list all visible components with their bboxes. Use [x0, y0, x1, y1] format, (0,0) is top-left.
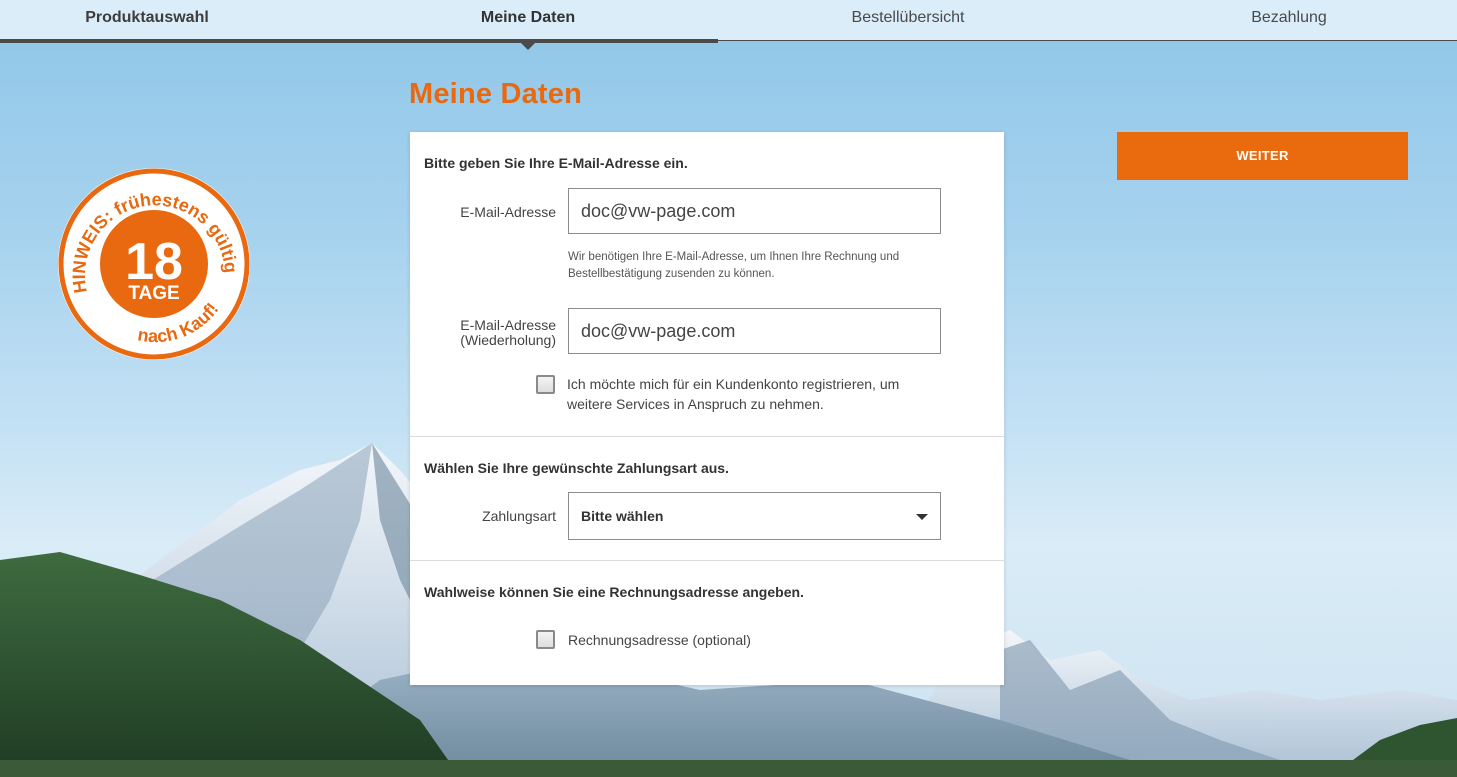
email-repeat-label-line1: E-Mail-Adresse	[460, 317, 556, 333]
payment-section-title: Wählen Sie Ihre gewünschte Zahlungsart a…	[424, 460, 729, 476]
email-repeat-label: E-Mail-Adresse (Wiederholung)	[424, 318, 556, 348]
email-input[interactable]	[568, 188, 941, 234]
validity-notice-badge: HINWEIS: frühestens gültig nach Kauf! 18…	[58, 168, 250, 360]
account-checkbox[interactable]	[536, 375, 555, 394]
billing-address-checkbox[interactable]	[536, 630, 555, 649]
section-divider	[410, 436, 1004, 437]
weiter-button[interactable]: WEITER	[1117, 132, 1408, 180]
badge-unit: TAGE	[128, 283, 179, 304]
email-hint-text: Wir benötigen Ihre E-Mail-Adresse, um Ih…	[568, 251, 900, 280]
progress-bar	[0, 39, 718, 43]
page-title: Meine Daten	[409, 78, 583, 110]
email-repeat-label-line2: (Wiederholung)	[460, 332, 556, 348]
payment-method-selected-value: Bitte wählen	[581, 508, 664, 524]
checkout-progress-nav: Produktauswahl Meine Daten Bestellübersi…	[0, 0, 1457, 43]
step-meine-daten[interactable]: Meine Daten	[380, 0, 676, 38]
step-produktauswahl[interactable]: Produktauswahl	[0, 0, 294, 38]
billing-address-checkbox-label: Rechnungsadresse (optional)	[568, 632, 751, 648]
section-divider	[410, 560, 1004, 561]
step-bezahlung: Bezahlung	[1251, 9, 1327, 26]
account-checkbox-label-line1: Ich möchte mich für ein Kundenkonto regi…	[567, 376, 900, 392]
active-step-caret-icon	[521, 43, 535, 50]
account-checkbox-label-line2: weitere Services in Anspruch zu nehmen.	[567, 396, 824, 412]
email-label: E-Mail-Adresse	[460, 204, 556, 220]
chevron-down-icon	[916, 514, 928, 520]
payment-method-label: Zahlungsart	[482, 508, 556, 524]
payment-method-select[interactable]: Bitte wählen	[568, 492, 941, 540]
email-section-title: Bitte geben Sie Ihre E-Mail-Adresse ein.	[424, 155, 688, 171]
form-card: Bitte geben Sie Ihre E-Mail-Adresse ein.…	[410, 132, 1004, 685]
account-checkbox-label: Ich möchte mich für ein Kundenkonto regi…	[567, 374, 947, 414]
step-bestelluebersicht: Bestellübersicht	[851, 9, 965, 26]
email-repeat-input[interactable]	[568, 308, 941, 354]
billing-section-title: Wahlweise können Sie eine Rechnungsadres…	[424, 584, 804, 600]
